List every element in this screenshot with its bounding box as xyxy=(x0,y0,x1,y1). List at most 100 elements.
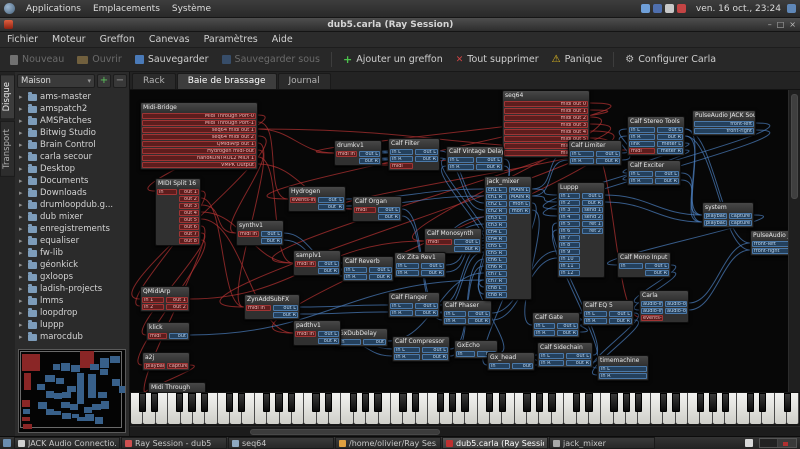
expander-icon[interactable]: ▸ xyxy=(19,177,25,185)
port-audio-output[interactable]: out L xyxy=(609,311,632,317)
close-button[interactable]: × xyxy=(789,20,796,29)
piano-key-black[interactable] xyxy=(660,393,667,412)
carla-window-icon[interactable] xyxy=(4,20,13,29)
port-midi-output[interactable]: out 1 xyxy=(179,189,199,195)
file-tree-item-lmms[interactable]: ▸lmms xyxy=(15,295,129,307)
port-midi-output[interactable]: out 4 xyxy=(179,210,199,216)
tout-supprimer-button[interactable]: ✕Tout supprimer xyxy=(450,51,545,68)
piano-key-black[interactable] xyxy=(437,393,444,412)
canvas-node-padthv1[interactable]: padthv1midi inout Lout R xyxy=(293,320,341,346)
tab-transport[interactable]: Transport xyxy=(0,121,15,177)
port-audio-input[interactable]: in xyxy=(619,263,643,269)
expander-icon[interactable]: ▸ xyxy=(19,129,25,137)
port-audio-input[interactable]: front-left xyxy=(752,241,788,247)
piano-key-black[interactable] xyxy=(350,393,357,412)
expander-icon[interactable]: ▸ xyxy=(19,105,25,113)
port-audio-input[interactable]: in L xyxy=(629,171,653,177)
expander-icon[interactable]: ▸ xyxy=(19,225,25,233)
port-midi-input[interactable]: midi in xyxy=(246,305,271,311)
expander-icon[interactable]: ▸ xyxy=(19,249,25,257)
workspace-1[interactable] xyxy=(760,439,778,447)
port-audio-input[interactable]: in 2 xyxy=(559,200,580,206)
file-tree-item-g-onkick[interactable]: ▸géonkick xyxy=(15,259,129,271)
patchbay-canvas[interactable]: Midi-BridgeMidi Through Port-0Midi Throu… xyxy=(130,90,788,392)
file-tree-item-desktop[interactable]: ▸Desktop xyxy=(15,163,129,175)
expander-icon[interactable]: ▸ xyxy=(19,261,25,269)
show-desktop-button[interactable] xyxy=(0,437,14,449)
port-audio-input[interactable]: in 5 xyxy=(559,221,580,227)
canvas-node-calf-sidechain[interactable]: Calf Sidechainin Lin Rout Lout R xyxy=(537,342,593,368)
port-audio-input[interactable]: in R xyxy=(570,158,594,164)
port-audio-input[interactable]: in L xyxy=(390,149,413,155)
canvas-node-hydrogen[interactable]: Hydrogenevents-inout_Lout_R xyxy=(288,186,346,212)
canvas-node-gx-zita-rev1[interactable]: Gx Zita Rev1in Lin Rout Lout R xyxy=(394,252,446,278)
port-audio-input[interactable]: ch6 L xyxy=(486,257,507,263)
port-audio-input[interactable]: ch6 R xyxy=(486,264,507,270)
panel-menu-applications[interactable]: Applications xyxy=(20,2,87,16)
port-audio-input[interactable]: ch5 R xyxy=(486,250,507,256)
port-audio-input[interactable]: in L xyxy=(570,151,594,157)
port-audio-output[interactable]: out L xyxy=(415,303,438,309)
port-audio-input[interactable]: in 6 xyxy=(559,228,580,234)
port-audio-input[interactable]: in L xyxy=(394,347,420,353)
port-audio-input[interactable]: in 9 xyxy=(559,249,580,255)
piano-key-black[interactable] xyxy=(151,393,158,412)
port-audio-output[interactable]: out L xyxy=(318,261,339,267)
port-audio-output[interactable]: out xyxy=(512,363,533,369)
port-audio-output[interactable]: out R xyxy=(369,274,392,280)
piano-key-black[interactable] xyxy=(201,393,208,412)
port-audio-input[interactable]: in L xyxy=(629,127,655,133)
sauvegarder-button[interactable]: Sauvegarder xyxy=(129,51,215,68)
port-midi-output[interactable]: out 8 xyxy=(179,238,199,244)
port-audio-input[interactable]: in R xyxy=(448,164,474,170)
file-tree-item-gxloops[interactable]: ▸gxloops xyxy=(15,271,129,283)
expander-icon[interactable]: ▸ xyxy=(19,117,25,125)
port-midi-output[interactable]: seq64 midi out 1 xyxy=(142,127,256,133)
port-audio-output[interactable]: out R xyxy=(415,310,438,316)
piano-key-black[interactable] xyxy=(635,393,642,412)
canvas-node-calf-vintage-delay[interactable]: Calf Vintage Delayin Lin Rout Lout R xyxy=(446,146,504,172)
port-audio-output[interactable]: out R xyxy=(261,238,282,244)
hscroll-handle[interactable] xyxy=(250,429,440,435)
port-audio-input[interactable]: in L xyxy=(396,263,419,269)
maximize-button[interactable]: □ xyxy=(777,20,785,29)
port-midi-output[interactable]: Midi Through Port-1 xyxy=(142,120,256,126)
port-audio-input[interactable]: playback_1 xyxy=(704,213,727,219)
piano-key-black[interactable] xyxy=(312,393,319,412)
port-audio-input[interactable]: ch4 R xyxy=(486,236,507,242)
expander-icon[interactable]: ▸ xyxy=(19,237,25,245)
port-audio-output[interactable]: mon R xyxy=(509,208,530,214)
port-audio-output[interactable]: out L xyxy=(645,263,669,269)
expander-icon[interactable]: ▸ xyxy=(19,153,25,161)
port-midi-output[interactable]: capture xyxy=(167,363,188,369)
port-audio-input[interactable]: in R xyxy=(344,274,367,280)
canvas-node-calf-mono-input[interactable]: Calf Mono Inputinout Lout R xyxy=(617,252,671,278)
menu-aide[interactable]: Aide xyxy=(265,32,300,47)
piano-key-black[interactable] xyxy=(263,393,270,412)
file-tree-item-amspatches[interactable]: ▸AMSPatches xyxy=(15,115,129,127)
file-tree-item-ladish-projects[interactable]: ▸ladish-projects xyxy=(15,283,129,295)
canvas-node-calf-compressor[interactable]: Calf Compressorin Lin Rout Lout R xyxy=(392,336,450,362)
port-midi-output[interactable]: VMPK Output xyxy=(142,162,256,168)
port-audio-output[interactable]: out R xyxy=(566,360,591,366)
port-audio-output[interactable]: mon L xyxy=(509,201,530,207)
corner-icon[interactable] xyxy=(787,4,796,13)
piano-key-black[interactable] xyxy=(238,393,245,412)
menu-fichier[interactable]: Fichier xyxy=(0,32,45,47)
canvas-node-calf-reverb[interactable]: Calf Reverbin Lin Rout Lout R xyxy=(342,256,394,282)
piano-key-black[interactable] xyxy=(784,393,791,412)
file-tree-item-marocdub[interactable]: ▸marocdub xyxy=(15,331,129,343)
piano-key-black[interactable] xyxy=(523,393,530,412)
port-audio-output[interactable]: out R xyxy=(645,270,669,276)
piano-key-black[interactable] xyxy=(362,393,369,412)
ajouter-un-greffon-button[interactable]: +Ajouter un greffon xyxy=(337,51,449,68)
port-midi-output[interactable]: midi out 2 xyxy=(504,115,588,121)
piano-key-black[interactable] xyxy=(461,393,468,412)
port-audio-output[interactable]: out R xyxy=(609,318,632,324)
port-audio-output[interactable]: out_R xyxy=(318,204,344,210)
tab-baie-de-brassage[interactable]: Baie de brassage xyxy=(177,73,277,89)
expander-icon[interactable]: ▸ xyxy=(19,309,25,317)
canvas-node-calf-organ[interactable]: Calf Organmidiout Lout R xyxy=(352,196,402,222)
workspace-2[interactable] xyxy=(778,439,796,447)
file-tree-item-brain-control[interactable]: ▸Brain Control xyxy=(15,139,129,151)
